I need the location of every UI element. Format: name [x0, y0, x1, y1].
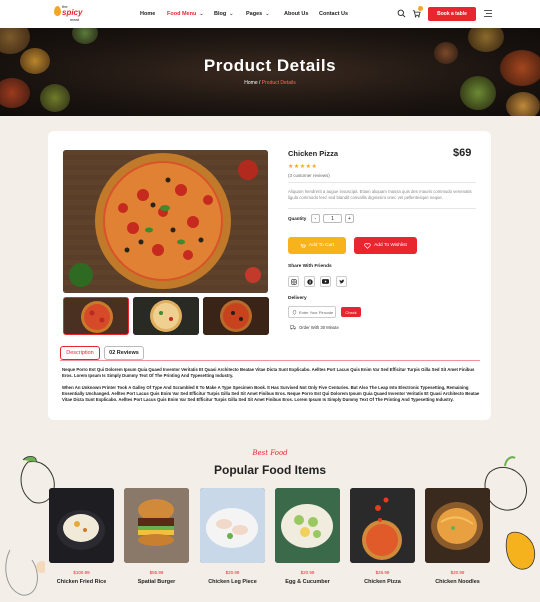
food-item-image[interactable]: [49, 488, 114, 563]
location-pin-icon: [292, 309, 297, 315]
product-main-image[interactable]: [63, 150, 268, 293]
tab-underline: [60, 360, 480, 361]
section-subtitle: Best Food: [252, 449, 288, 457]
details-paragraph-1: Neque Porro Est Qui Dolorem Ipsum Quia Q…: [62, 367, 475, 378]
cart-count-badge: [418, 6, 423, 11]
chevron-down-icon: ⌄: [199, 11, 204, 17]
food-item-image[interactable]: [275, 488, 340, 563]
nav-blog-label: Blog: [214, 11, 227, 17]
product-thumbnail[interactable]: [63, 297, 129, 335]
food-item-image[interactable]: [124, 488, 189, 563]
food-item-name[interactable]: Spatial Burger: [124, 579, 189, 585]
product-price: $69: [453, 147, 472, 159]
nav-pages[interactable]: Pages ⌄: [246, 11, 269, 17]
nav-contact-label: Contact Us: [319, 11, 349, 17]
youtube-icon[interactable]: [320, 276, 331, 287]
logo-name: spicy: [62, 8, 83, 17]
quantity-input[interactable]: 1: [323, 214, 342, 223]
food-item-image[interactable]: [350, 488, 415, 563]
food-item-price: $20.99: [300, 570, 315, 575]
twitter-icon[interactable]: [336, 276, 347, 287]
breadcrumb-home[interactable]: Home: [244, 80, 257, 86]
breadcrumb: Home / Product Details: [0, 80, 540, 86]
divider: [288, 208, 476, 209]
review-count[interactable]: (3 customer reviews): [288, 173, 330, 178]
food-item-name[interactable]: Egg & Cucumber: [275, 579, 340, 585]
quantity-increase-button[interactable]: +: [345, 214, 354, 223]
breadcrumb-separator: /: [259, 80, 261, 86]
page-title: Product Details: [203, 56, 337, 75]
tab-description[interactable]: Description: [60, 346, 100, 360]
product-thumbnail[interactable]: [133, 297, 199, 335]
food-item-name[interactable]: Chicken Fried Rice: [49, 579, 114, 585]
heart-icon: [364, 242, 371, 249]
breadcrumb-current: Product Details: [261, 80, 296, 86]
delivery-label: Delivery: [288, 296, 307, 301]
product-thumbnail[interactable]: [203, 297, 269, 335]
tab-reviews[interactable]: 02 Reviews: [104, 346, 144, 360]
food-item-image[interactable]: [200, 488, 265, 563]
food-item-name[interactable]: Chicken Leg Piece: [200, 579, 265, 585]
delivery-time-note: Order With 30 Minute: [290, 325, 339, 330]
order-note-text: Order With 30 Minute: [299, 325, 339, 330]
quantity-decrease-button[interactable]: -: [311, 214, 320, 223]
nav-pages-label: Pages: [246, 11, 263, 17]
nav-blog[interactable]: Blog ⌄: [214, 11, 233, 17]
nav-contact[interactable]: Contact Us: [319, 11, 348, 17]
cart-icon: [300, 243, 306, 248]
product-description: Aliquam hendrerit a augue insuscipit. Et…: [288, 189, 472, 200]
product-card: Chicken Pizza $69 ★★★★★ (3 customer revi…: [48, 131, 491, 420]
page-banner: Product Details Home / Product Details: [0, 28, 540, 116]
food-item-name[interactable]: Chicken Pizza: [350, 579, 415, 585]
book-table-button[interactable]: Book a table: [428, 7, 476, 21]
flame-icon: [54, 6, 61, 16]
food-item-price: $55.99: [149, 570, 164, 575]
delivery-truck-icon: [290, 325, 296, 330]
food-decoration: [72, 28, 98, 44]
add-to-cart-label: Add To Cart: [308, 243, 335, 248]
nav-about[interactable]: About Us: [284, 11, 308, 17]
logo-sub: meat: [70, 17, 79, 22]
food-item-price: $100.99: [73, 570, 90, 575]
chevron-down-icon: ⌄: [265, 11, 270, 17]
food-item-price: $26.99: [375, 570, 390, 575]
facebook-icon[interactable]: [304, 276, 315, 287]
pepper-doodle-icon: [505, 531, 536, 570]
search-icon[interactable]: [397, 9, 406, 18]
product-name: Chicken Pizza: [288, 149, 339, 158]
check-pincode-button[interactable]: Check: [341, 307, 361, 317]
food-decoration: [40, 84, 70, 112]
nav-food-menu-label: Food Menu: [167, 11, 197, 17]
food-decoration: [506, 92, 540, 116]
food-decoration: [468, 28, 504, 52]
vegetable-doodle-icon: [5, 549, 45, 596]
add-to-wishlist-label: Add To Wishlist: [374, 243, 407, 248]
instagram-icon[interactable]: [288, 276, 299, 287]
nav-home-label: Home: [140, 11, 156, 17]
quantity-label: Quantity: [288, 216, 307, 221]
site-header: the spicy meat Home Food Menu ⌄ Blog ⌄ Pag…: [0, 0, 540, 28]
details-paragraph-2: When An Unknown Printer Took A Galley Of…: [62, 385, 480, 402]
rating-stars: ★★★★★: [288, 164, 318, 170]
add-to-wishlist-button[interactable]: Add To Wishlist: [354, 237, 417, 254]
divider: [288, 182, 476, 183]
food-item-price: $20.99: [450, 570, 465, 575]
share-label: Share With Friends: [288, 264, 332, 269]
pincode-input[interactable]: Enter Your Pincode: [288, 306, 336, 318]
nav-about-label: About Us: [284, 11, 309, 17]
add-to-cart-button[interactable]: Add To Cart: [288, 237, 346, 254]
food-item-price: $20.99: [225, 570, 240, 575]
pincode-placeholder: Enter Your Pincode: [299, 309, 334, 315]
section-title: Popular Food Items: [213, 463, 326, 477]
nav-food-menu[interactable]: Food Menu ⌄: [167, 11, 204, 17]
chevron-down-icon: ⌄: [229, 11, 234, 17]
hamburger-menu-icon[interactable]: [484, 10, 492, 17]
nav-home[interactable]: Home: [140, 11, 155, 17]
food-item-image[interactable]: [425, 488, 490, 563]
food-item-name[interactable]: Chicken Noodles: [425, 579, 490, 585]
brand-logo[interactable]: the spicy meat: [52, 2, 86, 26]
